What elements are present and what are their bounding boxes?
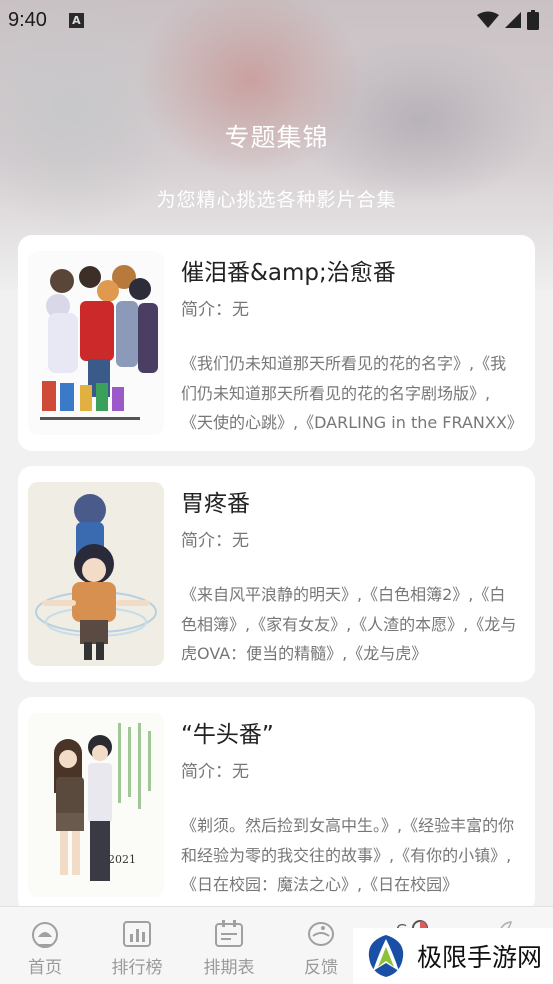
- watermark: 极限手游网: [353, 928, 553, 984]
- tab-home[interactable]: 首页: [0, 907, 90, 984]
- collection-title: 催泪番&amp;治愈番: [181, 260, 396, 286]
- battery-icon: [527, 10, 539, 30]
- page-subtitle: 为您精心挑选各种影片合集: [156, 189, 397, 211]
- page-title: 专题集锦: [224, 123, 329, 152]
- feedback-icon: [308, 922, 334, 946]
- status-time: 9:40: [8, 8, 47, 31]
- collection-intro: 简介：无: [181, 300, 249, 320]
- collection-cover-image: 2021: [28, 713, 164, 897]
- signal-icon: [505, 12, 521, 28]
- watermark-logo-icon: [368, 935, 404, 977]
- collection-card[interactable]: 催泪番&amp;治愈番 简介：无 《我们仍未知道那天所看见的花的名字》,《我们仍…: [18, 235, 535, 451]
- tab-ranking[interactable]: 排行榜: [92, 907, 182, 984]
- notification-a-icon: A: [68, 12, 84, 28]
- svg-text:2021: 2021: [108, 853, 136, 866]
- collection-title: 胃疼番: [181, 491, 250, 517]
- collection-intro: 简介：无: [181, 531, 249, 551]
- tab-schedule[interactable]: 排期表: [184, 907, 274, 984]
- collection-card[interactable]: 胃疼番 简介：无 《来自风平浪静的明天》,《白色相簿2》,《白色相簿》,《家有女…: [18, 466, 535, 682]
- tab-label: 反馈: [304, 958, 338, 978]
- tab-label: 排期表: [203, 958, 255, 978]
- collection-cover-image: [28, 251, 164, 435]
- collection-card[interactable]: 2021 “牛头番” 简介：无 《剃须。然后捡到女高中生。》,《经验丰富的你和经…: [18, 697, 535, 913]
- ranking-icon: [123, 921, 151, 947]
- collection-intro: 简介：无: [181, 762, 249, 782]
- wifi-icon: [477, 11, 499, 28]
- tab-label: 首页: [28, 958, 62, 978]
- status-icons: [477, 10, 539, 30]
- status-bar: 9:40 A: [0, 0, 553, 40]
- collection-title: “牛头番”: [181, 722, 274, 748]
- collection-cover-image: [28, 482, 164, 666]
- home-icon: [32, 922, 58, 948]
- tab-label: 排行榜: [111, 958, 163, 978]
- collection-description: 《来自风平浪静的明天》,《白色相簿2》,《白色相簿》,《家有女友》,《人渣的本愿…: [181, 585, 517, 663]
- collection-description: 《我们仍未知道那天所看见的花的名字》,《我们仍未知道那天所看见的花的名字剧场版》…: [181, 354, 521, 432]
- collection-description: 《剃须。然后捡到女高中生。》,《经验丰富的你和经验为零的我交往的故事》,《有你的…: [181, 816, 515, 894]
- watermark-text: 极限手游网: [417, 943, 543, 972]
- calendar-icon: [215, 920, 243, 947]
